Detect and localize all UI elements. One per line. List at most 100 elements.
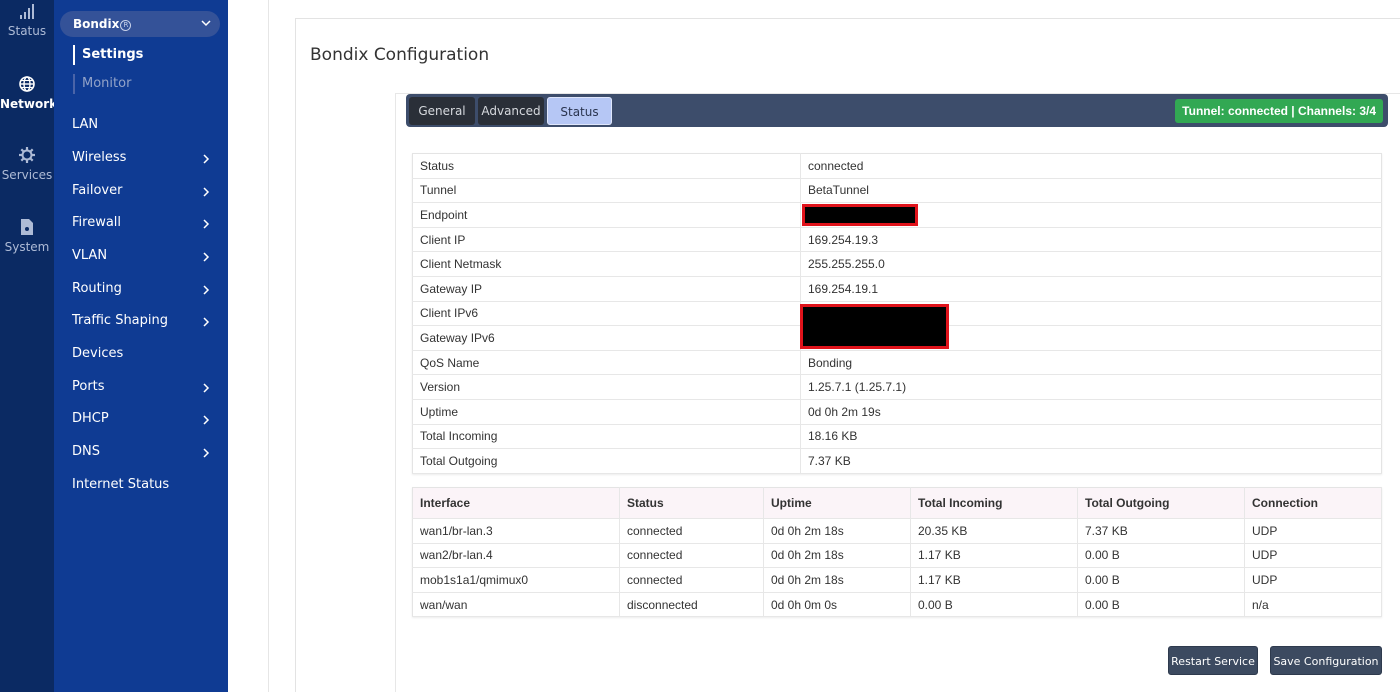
table-cell: connected bbox=[619, 567, 764, 593]
tab-status[interactable]: Status bbox=[547, 97, 612, 125]
status-key: Total Outgoing bbox=[412, 448, 801, 474]
sidebar-subitem-monitor[interactable]: Monitor bbox=[82, 76, 131, 91]
table-cell: 0d 0h 2m 18s bbox=[763, 567, 911, 593]
status-value bbox=[800, 202, 1382, 228]
redacted-ipv6 bbox=[800, 304, 949, 349]
restart-service-button[interactable]: Restart Service bbox=[1168, 646, 1258, 675]
sidebar-item-internet-status[interactable]: Internet Status bbox=[54, 472, 228, 498]
sidebar-item-routing[interactable]: Routing bbox=[54, 276, 228, 302]
sidebar-item-lan[interactable]: LAN bbox=[54, 112, 228, 138]
table-row: Total Outgoing 7.37 KB bbox=[412, 448, 1382, 474]
chevron-right-icon bbox=[203, 252, 210, 262]
column-header: Uptime bbox=[763, 487, 911, 519]
table-cell: 0d 0h 0m 0s bbox=[763, 592, 911, 618]
active-indicator bbox=[73, 45, 75, 65]
table-cell: connected bbox=[619, 543, 764, 569]
rail-item-network[interactable]: Network bbox=[0, 75, 58, 111]
chevron-right-icon bbox=[203, 448, 210, 458]
tab-bar: General Advanced Status Tunnel: connecte… bbox=[406, 94, 1388, 127]
sidebar-group-bondix[interactable]: Bondix R bbox=[60, 11, 220, 37]
table-row: Gateway IP 169.254.19.1 bbox=[412, 276, 1382, 302]
status-key: Gateway IPv6 bbox=[412, 325, 801, 351]
table-row: wan2/br-lan.4 connected 0d 0h 2m 18s 1.1… bbox=[412, 543, 1382, 569]
status-key: Gateway IP bbox=[412, 276, 801, 302]
status-value: 255.255.255.0 bbox=[800, 251, 1382, 277]
sidebar-item-devices[interactable]: Devices bbox=[54, 341, 228, 367]
sidebar-item-firewall[interactable]: Firewall bbox=[54, 210, 228, 236]
status-key: Client IPv6 bbox=[412, 301, 801, 327]
sidebar-item-dhcp[interactable]: DHCP bbox=[54, 406, 228, 432]
status-key: Status bbox=[412, 153, 801, 179]
status-value: Bonding bbox=[800, 350, 1382, 376]
status-key: Total Incoming bbox=[412, 424, 801, 450]
status-key: Tunnel bbox=[412, 178, 801, 204]
chevron-right-icon bbox=[203, 383, 210, 393]
table-row: wan/wan disconnected 0d 0h 0m 0s 0.00 B … bbox=[412, 592, 1382, 618]
table-cell: n/a bbox=[1244, 592, 1382, 618]
sidebar-item-dns[interactable]: DNS bbox=[54, 439, 228, 465]
rail-item-system[interactable]: System bbox=[0, 218, 54, 254]
sub-divider bbox=[73, 74, 75, 94]
table-row: Client IP 169.254.19.3 bbox=[412, 227, 1382, 253]
table-cell: 0.00 B bbox=[1077, 592, 1245, 618]
file-icon bbox=[21, 219, 33, 235]
status-key: Client IP bbox=[412, 227, 801, 253]
table-cell: wan/wan bbox=[412, 592, 620, 618]
table-cell: mob1s1a1/qmimux0 bbox=[412, 567, 620, 593]
table-row: wan1/br-lan.3 connected 0d 0h 2m 18s 20.… bbox=[412, 518, 1382, 544]
chevron-down-icon bbox=[201, 20, 211, 27]
table-cell: 0d 0h 2m 18s bbox=[763, 543, 911, 569]
column-header: Total Outgoing bbox=[1077, 487, 1245, 519]
interface-table: Interface Status Uptime Total Incoming T… bbox=[412, 487, 1382, 618]
status-value: 18.16 KB bbox=[800, 424, 1382, 450]
table-row: mob1s1a1/qmimux0 connected 0d 0h 2m 18s … bbox=[412, 567, 1382, 593]
table-cell: connected bbox=[619, 518, 764, 544]
save-configuration-button[interactable]: Save Configuration bbox=[1270, 646, 1382, 675]
table-cell: 20.35 KB bbox=[910, 518, 1078, 544]
tab-general[interactable]: General bbox=[409, 97, 475, 125]
status-value: 7.37 KB bbox=[800, 448, 1382, 474]
table-row: Endpoint bbox=[412, 202, 1382, 228]
table-cell: 0.00 B bbox=[910, 592, 1078, 618]
sidebar-item-ports[interactable]: Ports bbox=[54, 374, 228, 400]
table-cell: disconnected bbox=[619, 592, 764, 618]
sidebar-item-failover[interactable]: Failover bbox=[54, 178, 228, 204]
tab-advanced[interactable]: Advanced bbox=[478, 97, 544, 125]
status-key: Endpoint bbox=[412, 202, 801, 228]
table-row: QoS Name Bonding bbox=[412, 350, 1382, 376]
rail-item-label: Network bbox=[0, 97, 58, 111]
sidebar-subitem-settings[interactable]: Settings bbox=[82, 47, 143, 62]
table-cell: 1.17 KB bbox=[910, 567, 1078, 593]
table-row: Uptime 0d 0h 2m 19s bbox=[412, 399, 1382, 425]
status-value: 1.25.7.1 (1.25.7.1) bbox=[800, 374, 1382, 400]
redacted-endpoint bbox=[802, 203, 918, 226]
chevron-right-icon bbox=[203, 154, 210, 164]
status-value: connected bbox=[800, 153, 1382, 179]
column-header: Connection bbox=[1244, 487, 1382, 519]
status-key: Client Netmask bbox=[412, 251, 801, 277]
content-divider bbox=[268, 0, 269, 692]
table-row: Status connected bbox=[412, 153, 1382, 179]
table-row: Total Incoming 18.16 KB bbox=[412, 424, 1382, 450]
sidebar-item-wireless[interactable]: Wireless bbox=[54, 145, 228, 171]
rail-item-label: Services bbox=[1, 168, 53, 182]
sidebar-item-traffic-shaping[interactable]: Traffic Shaping bbox=[54, 308, 228, 334]
sidebar-group-label: Bondix bbox=[73, 17, 120, 31]
table-cell: 7.37 KB bbox=[1077, 518, 1245, 544]
table-header-row: Interface Status Uptime Total Incoming T… bbox=[412, 487, 1382, 519]
signal-bars-icon bbox=[20, 4, 34, 19]
table-cell: 1.17 KB bbox=[910, 543, 1078, 569]
sidebar-item-vlan[interactable]: VLAN bbox=[54, 243, 228, 269]
tunnel-status-badge: Tunnel: connected | Channels: 3/4 bbox=[1175, 99, 1383, 123]
table-cell: 0d 0h 2m 18s bbox=[763, 518, 911, 544]
status-key: Uptime bbox=[412, 399, 801, 425]
rail-item-status[interactable]: Status bbox=[0, 3, 54, 38]
column-header: Status bbox=[619, 487, 764, 519]
gear-icon bbox=[19, 147, 35, 163]
status-value: BetaTunnel bbox=[800, 178, 1382, 204]
status-value: 0d 0h 2m 19s bbox=[800, 399, 1382, 425]
chevron-right-icon bbox=[203, 317, 210, 327]
rail-item-services[interactable]: Services bbox=[0, 146, 54, 182]
chevron-right-icon bbox=[203, 219, 210, 229]
page-title: Bondix Configuration bbox=[310, 45, 490, 65]
